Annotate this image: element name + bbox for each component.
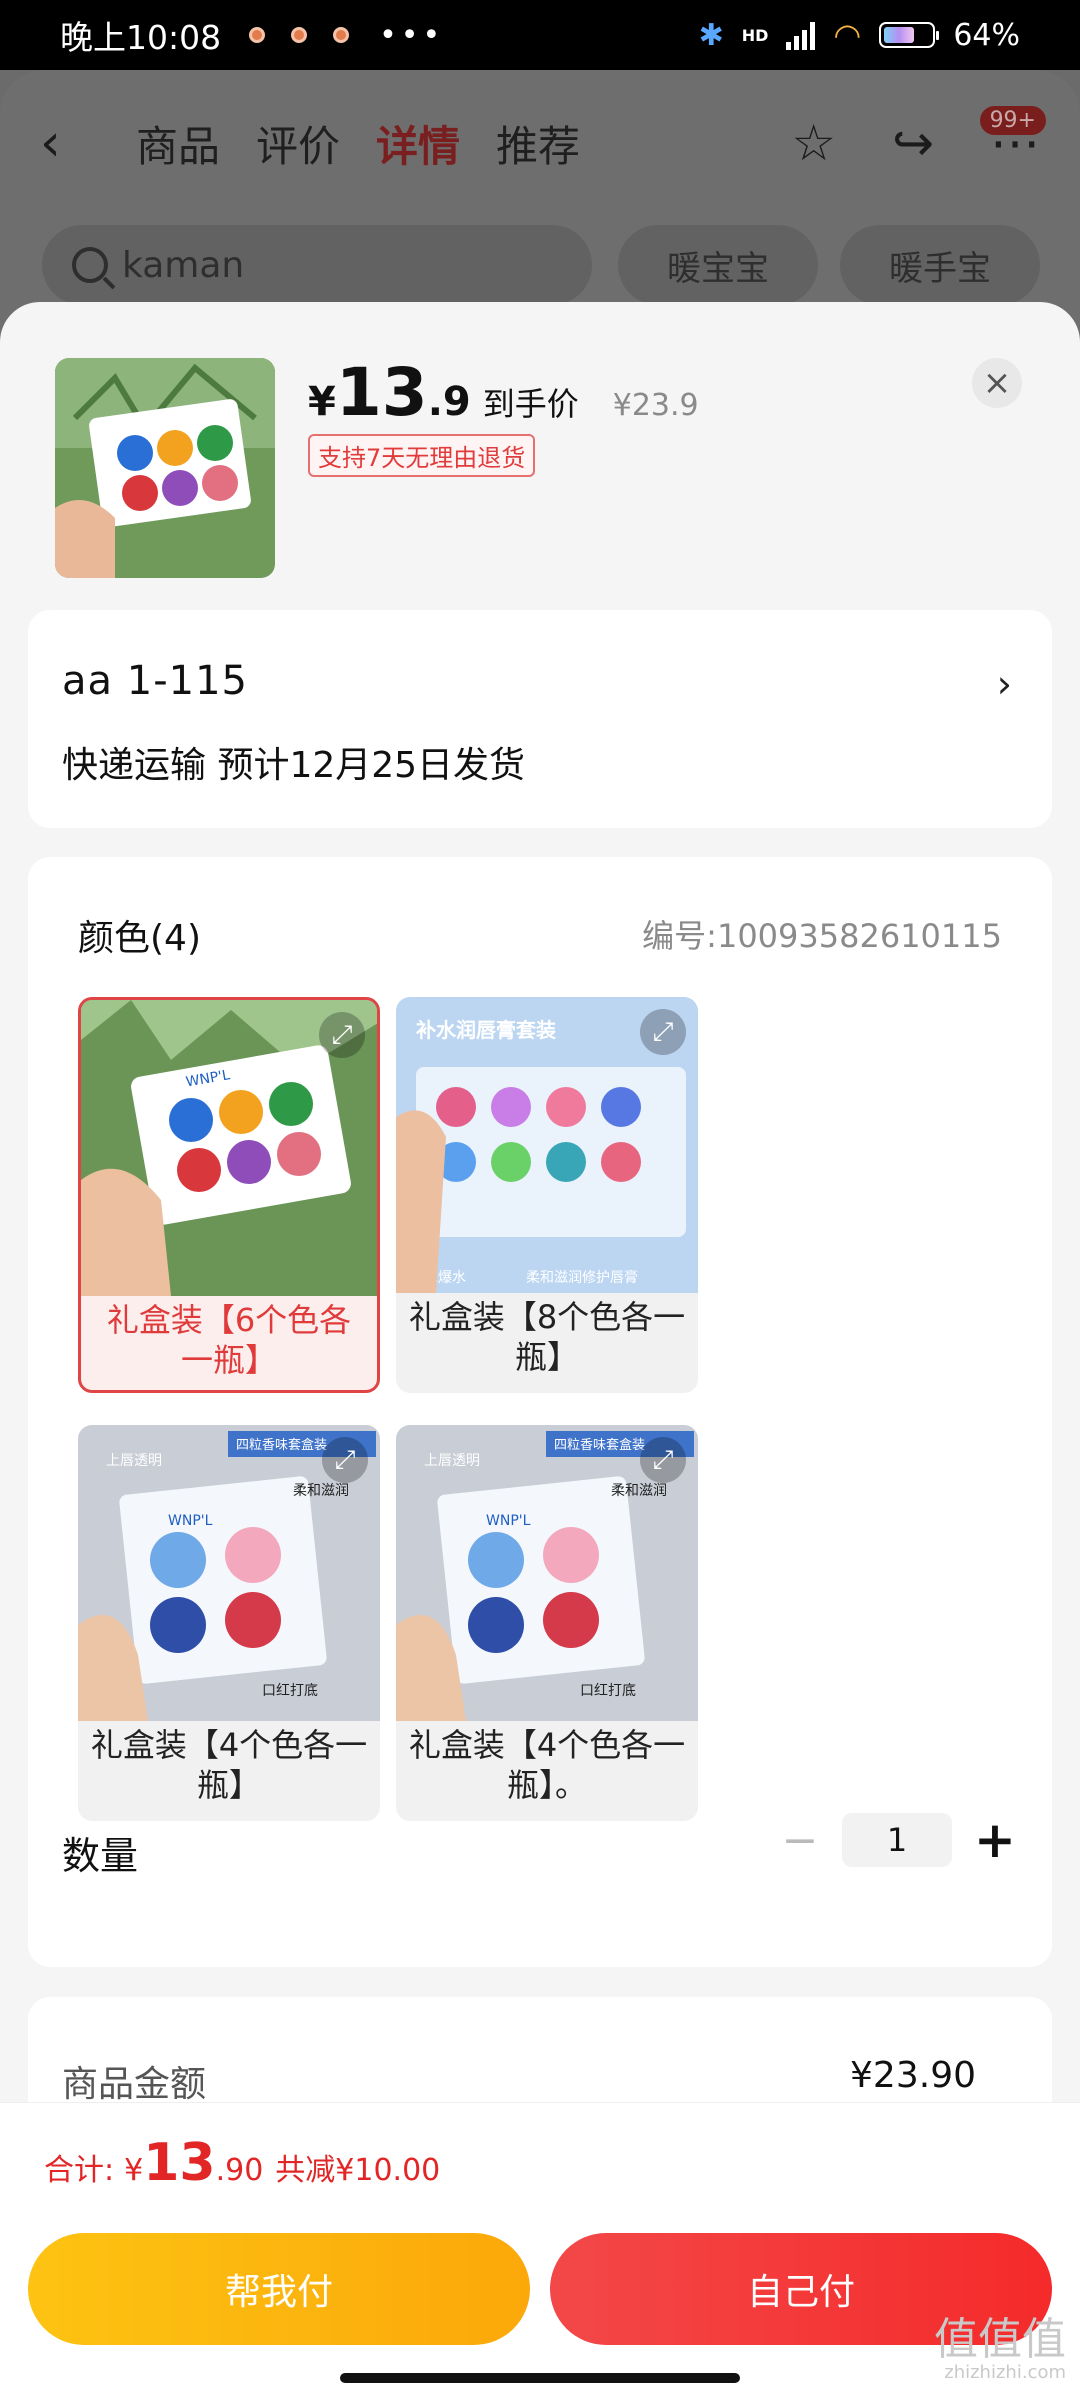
option-label: 礼盒装【4个色各一瓶】。 [408,1726,686,1804]
quantity-label: 数量 [62,1834,139,1878]
tab-reviews[interactable]: 评价 [256,113,340,174]
spec-option-6-colors[interactable]: WNP'L ⤢ 礼盒装【6个色各一瓶】 [78,997,380,1393]
price-integer: 13 [335,354,428,431]
spec-option-4-colors-alt[interactable]: 四粒香味套盒装 上唇透明 WNP'L 柔和滋润 口红打底 ⤢ 礼盒装【4个色各一… [396,1425,698,1821]
option-image: 四粒香味套盒装 上唇透明 WNP'L 柔和滋润 口红打底 ⤢ [396,1425,698,1721]
bluetooth-icon: ✱ [698,17,724,53]
price-currency: ¥ [308,379,336,425]
svg-text:补水润唇膏套装: 补水润唇膏套装 [415,1018,556,1042]
star-icon[interactable]: ☆ [791,114,836,172]
option-label: 礼盒装【4个色各一瓶】 [90,1726,368,1804]
svg-text:上唇透明: 上唇透明 [424,1453,480,1469]
checkout-footer: 合计: ¥ 13 .90 共减¥10.00 帮我付 自己付 [0,2102,1080,2400]
svg-text:口红打底: 口红打底 [262,1682,318,1699]
share-icon[interactable]: ↪ [892,114,934,172]
more-notifications-icon: ••• [379,17,445,53]
svg-text:四粒香味套盒装: 四粒香味套盒装 [236,1437,327,1453]
search-chip[interactable]: 暖手宝 [840,225,1040,305]
original-price: ¥23.9 [612,388,699,423]
search-query: kaman [122,244,245,286]
signal-icon [786,20,816,50]
goods-amount-value: ¥23.90 [850,2055,976,2096]
watermark-url: zhizhizhi.com [944,2362,1066,2383]
battery-percent: 64% [953,17,1020,53]
spec-selection-card: 颜色(4) 编号:10093582610115 WNP'L ⤢ 礼盒装【6个色各… [28,857,1052,1967]
svg-text:四粒香味套盒装: 四粒香味套盒装 [554,1437,645,1453]
total-integer: 13 [143,2133,216,2193]
tab-recommend[interactable]: 推荐 [496,113,580,174]
total-currency: ¥ [124,2153,144,2188]
battery-icon [879,22,940,48]
price-row: ¥ 13 .9 到手价 ¥23.9 [308,354,699,431]
notification-icons [249,27,350,43]
product-thumbnail [55,358,275,578]
color-spec-title: 颜色(4) [78,918,201,959]
app-notification-icon [333,27,350,43]
svg-text:柔和滋润: 柔和滋润 [611,1483,667,1499]
tab-product[interactable]: 商品 [136,113,220,174]
expand-icon[interactable]: ⤢ [640,1009,686,1055]
app-notification-icon [249,27,266,43]
total-label: 合计: [44,2153,115,2188]
shipping-address-card[interactable]: aa 1-115 快递运输 预计12月25日发货 › [28,610,1052,828]
search-icon [72,247,108,283]
help-me-pay-button[interactable]: 帮我付 [28,2233,530,2345]
top-nav: ‹ 商品 评价 详情 推荐 ☆ ↪ ⋯ 99+ [40,106,1046,178]
sku-number: 编号:10093582610115 [642,917,1002,955]
chevron-right-icon: › [996,662,1012,706]
goods-amount-label: 商品金额 [62,2064,207,2105]
increase-quantity-button[interactable]: + [974,1811,1016,1869]
nav-actions: ☆ ↪ ⋯ 99+ [791,106,1046,172]
svg-text:口红打底: 口红打底 [580,1682,636,1699]
watermark-text: 值值值 [934,2314,1066,2365]
search-input[interactable]: kaman [42,225,592,305]
total-decimal: .90 [215,2153,264,2188]
svg-text:柔和滋润修护唇膏: 柔和滋润修护唇膏 [526,1269,638,1286]
wifi-icon: ◠ [833,16,862,54]
option-image: 补水润唇膏套装 一抹爆水 柔和滋润修护唇膏 ⤢ [396,997,698,1293]
close-button[interactable]: × [972,358,1022,408]
option-label: 礼盒装【8个色各一瓶】 [408,1298,686,1376]
more-icon[interactable]: ⋯ 99+ [979,106,1046,172]
expand-icon[interactable]: ⤢ [319,1012,365,1058]
quantity-stepper: − 1 + [780,1811,1016,1869]
svg-text:WNP'L: WNP'L [168,1513,213,1529]
return-policy-badge: 支持7天无理由退货 [308,434,536,477]
price-decimal: .9 [427,379,471,425]
network-type-label: HD [741,25,769,45]
option-image: 四粒香味套盒装 上唇透明 WNP'L 柔和滋润 口红打底 ⤢ [78,1425,380,1721]
option-image: WNP'L ⤢ [81,1000,377,1296]
app-notification-icon [291,27,308,43]
svg-text:柔和滋润: 柔和滋润 [293,1483,349,1499]
discount-amount: 共减¥10.00 [275,2153,441,2188]
purchase-sheet: ¥ 13 .9 到手价 ¥23.9 支持7天无理由退货 × aa 1-115 快… [0,302,1080,2400]
expand-icon[interactable]: ⤢ [640,1437,686,1483]
price-label: 到手价 [482,385,579,423]
decrease-quantity-button[interactable]: − [780,1815,820,1866]
notification-badge: 99+ [979,106,1046,135]
status-bar: 晚上10:08 ••• ✱ HD ◠ 64% [0,0,1080,70]
watermark-logo: 值值值 zhizhizhi.com [934,2318,1066,2384]
quantity-input[interactable]: 1 [842,1813,952,1867]
status-time: 晚上10:08 [60,18,222,57]
spec-option-8-colors[interactable]: 补水润唇膏套装 一抹爆水 柔和滋润修护唇膏 ⤢ 礼盒装【8个色各一瓶】 [396,997,698,1393]
spec-option-4-colors[interactable]: 四粒香味套盒装 上唇透明 WNP'L 柔和滋润 口红打底 ⤢ 礼盒装【4个色各一… [78,1425,380,1821]
option-label: 礼盒装【6个色各一瓶】 [106,1301,352,1379]
svg-text:上唇透明: 上唇透明 [106,1453,162,1469]
address-line: aa 1-115 [62,658,248,704]
order-total: 合计: ¥ 13 .90 共减¥10.00 [44,2133,440,2193]
delivery-estimate: 快递运输 预计12月25日发货 [62,745,526,786]
back-icon[interactable]: ‹ [40,113,100,173]
expand-icon[interactable]: ⤢ [322,1437,368,1483]
tab-details[interactable]: 详情 [376,113,460,174]
search-chip[interactable]: 暖宝宝 [618,225,818,305]
home-indicator[interactable] [340,2373,740,2383]
svg-text:WNP'L: WNP'L [486,1513,531,1529]
